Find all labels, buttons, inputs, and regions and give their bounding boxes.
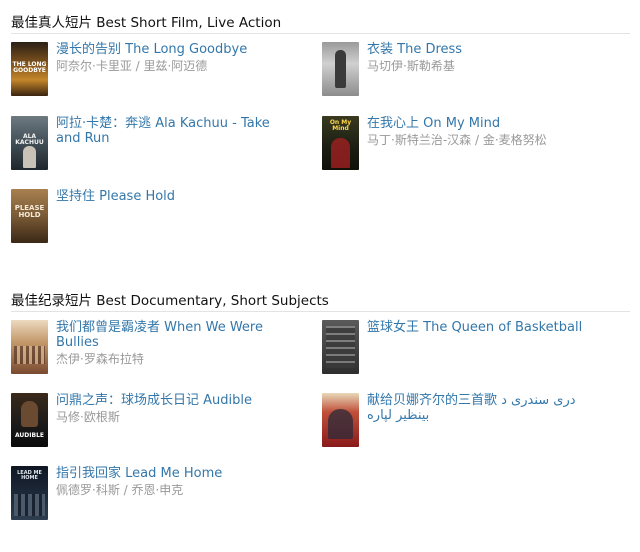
film-credits: 马丁·斯特兰治-汉森 / 金·麦格努松	[367, 133, 547, 147]
film-item: LEAD ME HOME 指引我回家 Lead Me Home 佩德罗·科斯 /…	[11, 466, 311, 526]
film-title-link[interactable]: 阿拉·卡楚：奔逃 Ala Kachuu - Take and Run	[56, 116, 274, 146]
collage-shape	[326, 326, 355, 368]
dress-figure	[335, 50, 346, 88]
film-title-link[interactable]: 坚持住 Please Hold	[56, 189, 274, 204]
film-title-link[interactable]: 漫长的告别 The Long Goodbye	[56, 42, 274, 57]
poster-caption: PLEASE HOLD	[14, 204, 45, 220]
poster-please-hold[interactable]: PLEASE HOLD	[11, 189, 48, 243]
section-divider	[11, 33, 630, 34]
figure-shape	[23, 146, 36, 168]
poster-on-my-mind[interactable]: On My Mind	[322, 116, 359, 170]
section-title-live-action: 最佳真人短片 Best Short Film, Live Action	[11, 15, 282, 31]
film-title-link[interactable]: 我们都曾是霸凌者 When We Were Bullies	[56, 320, 274, 350]
poster-the-dress[interactable]	[322, 42, 359, 96]
figure-shape	[21, 401, 38, 427]
film-credits: 马修·欧根斯	[56, 410, 120, 424]
photo-rows	[14, 346, 45, 364]
poster-when-we-were-bullies[interactable]	[11, 320, 48, 374]
film-title-link[interactable]: 问鼎之声：球场成长日记 Audible	[56, 393, 274, 408]
section-title-documentary-short: 最佳纪录短片 Best Documentary, Short Subjects	[11, 293, 329, 309]
film-item: On My Mind 在我心上 On My Mind 马丁·斯特兰治-汉森 / …	[322, 116, 622, 176]
skyline-shape	[14, 494, 45, 516]
film-item: 衣装 The Dress 马切伊·斯勒希基	[322, 42, 622, 102]
figure-shape	[328, 409, 353, 439]
film-item: THE LONG GOODBYE 漫长的告别 The Long Goodbye …	[11, 42, 311, 102]
film-item: 献给贝娜齐尔的三首歌 درى سندرى د بينظير لپاره	[322, 393, 622, 453]
film-item: 我们都曾是霸凌者 When We Were Bullies 杰伊·罗森布拉特	[11, 320, 311, 380]
poster-caption: THE LONG GOODBYE	[12, 61, 47, 75]
film-title-link[interactable]: 在我心上 On My Mind	[367, 116, 585, 131]
film-item: 篮球女王 The Queen of Basketball	[322, 320, 622, 380]
poster-caption: AUDIBLE	[14, 432, 45, 439]
poster-the-queen-of-basketball[interactable]	[322, 320, 359, 374]
film-title-link[interactable]: 篮球女王 The Queen of Basketball	[367, 320, 585, 335]
poster-audible[interactable]: AUDIBLE	[11, 393, 48, 447]
film-title-link[interactable]: 指引我回家 Lead Me Home	[56, 466, 274, 481]
poster-the-long-goodbye[interactable]: THE LONG GOODBYE	[11, 42, 48, 96]
film-credits: 佩德罗·科斯 / 乔恩·申克	[56, 483, 184, 497]
film-title-link[interactable]: 献给贝娜齐尔的三首歌 درى سندرى د بينظير لپاره	[367, 393, 585, 423]
poster-caption: LEAD ME HOME	[17, 470, 42, 482]
film-credits: 阿奈尔·卡里亚 / 里兹·阿迈德	[56, 59, 208, 73]
film-item: AUDIBLE 问鼎之声：球场成长日记 Audible 马修·欧根斯	[11, 393, 311, 453]
film-item: PLEASE HOLD 坚持住 Please Hold	[11, 189, 311, 249]
film-item: ALA KACHUU 阿拉·卡楚：奔逃 Ala Kachuu - Take an…	[11, 116, 311, 176]
poster-caption: On My Mind	[329, 119, 352, 133]
film-credits: 马切伊·斯勒希基	[367, 59, 455, 73]
section-divider	[11, 311, 630, 312]
poster-lead-me-home[interactable]: LEAD ME HOME	[11, 466, 48, 520]
film-credits: 杰伊·罗森布拉特	[56, 352, 144, 366]
film-title-link[interactable]: 衣装 The Dress	[367, 42, 585, 57]
figure-shape	[331, 138, 350, 168]
poster-three-songs-for-benazir[interactable]	[322, 393, 359, 447]
poster-caption: ALA KACHUU	[15, 133, 44, 147]
poster-ala-kachuu[interactable]: ALA KACHUU	[11, 116, 48, 170]
